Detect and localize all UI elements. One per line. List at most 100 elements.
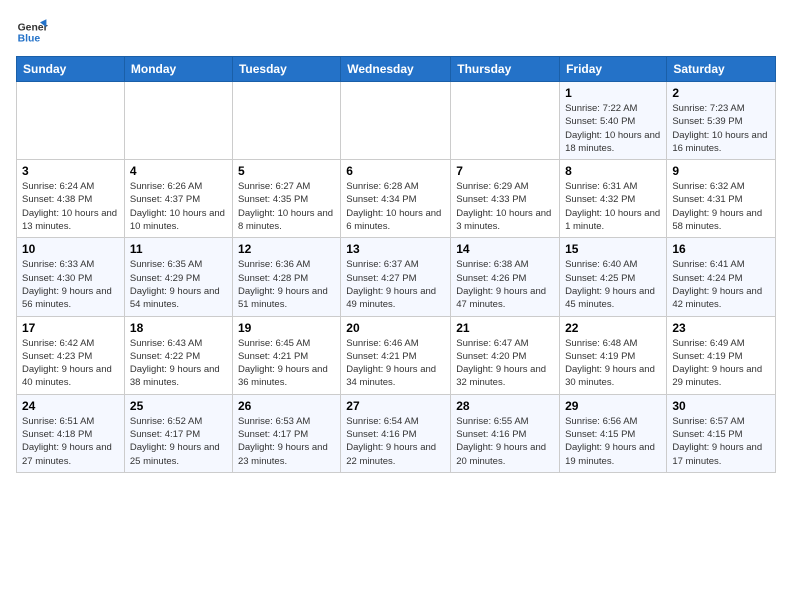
day-detail: Sunrise: 6:31 AM Sunset: 4:32 PM Dayligh…	[565, 180, 661, 233]
day-number: 11	[130, 242, 227, 256]
day-number: 9	[672, 164, 770, 178]
day-number: 7	[456, 164, 554, 178]
day-number: 22	[565, 321, 661, 335]
day-cell: 6Sunrise: 6:28 AM Sunset: 4:34 PM Daylig…	[341, 160, 451, 238]
day-cell: 13 Sunrise: 6:37 AM Sunset: 4:27 PM Dayli…	[341, 238, 451, 316]
day-detail: Sunrise: 6:56 AM Sunset: 4:15 PM Dayligh…	[565, 415, 661, 468]
weekday-header-friday: Friday	[560, 57, 667, 82]
day-cell: 23Sunrise: 6:49 AM Sunset: 4:19 PM Dayli…	[667, 316, 776, 394]
logo: General Blue	[16, 16, 48, 48]
day-number: 20	[346, 321, 445, 335]
day-detail: Sunrise: 6:47 AM Sunset: 4:20 PM Dayligh…	[456, 337, 554, 390]
day-cell: 9 Sunrise: 6:32 AM Sunset: 4:31 PM Daylig…	[667, 160, 776, 238]
week-row-4: 17 Sunrise: 6:42 AM Sunset: 4:23 PM Dayli…	[17, 316, 776, 394]
weekday-header-sunday: Sunday	[17, 57, 125, 82]
day-number: 17	[22, 321, 119, 335]
weekday-header-wednesday: Wednesday	[341, 57, 451, 82]
day-cell	[451, 82, 560, 160]
day-number: 29	[565, 399, 661, 413]
day-cell: 8 Sunrise: 6:31 AM Sunset: 4:32 PM Daylig…	[560, 160, 667, 238]
day-detail: Sunrise: 6:48 AM Sunset: 4:19 PM Dayligh…	[565, 337, 661, 390]
day-detail: Sunrise: 6:36 AM Sunset: 4:28 PM Dayligh…	[238, 258, 335, 311]
day-detail: Sunrise: 6:43 AM Sunset: 4:22 PM Dayligh…	[130, 337, 227, 390]
day-detail: Sunrise: 6:33 AM Sunset: 4:30 PM Dayligh…	[22, 258, 119, 311]
day-cell: 18Sunrise: 6:43 AM Sunset: 4:22 PM Dayli…	[124, 316, 232, 394]
day-cell: 21 Sunrise: 6:47 AM Sunset: 4:20 PM Dayli…	[451, 316, 560, 394]
day-cell: 17 Sunrise: 6:42 AM Sunset: 4:23 PM Dayli…	[17, 316, 125, 394]
day-number: 13	[346, 242, 445, 256]
day-cell	[17, 82, 125, 160]
day-detail: Sunrise: 6:29 AM Sunset: 4:33 PM Dayligh…	[456, 180, 554, 233]
day-cell	[232, 82, 340, 160]
day-cell: 26Sunrise: 6:53 AM Sunset: 4:17 PM Dayli…	[232, 394, 340, 472]
day-cell: 1 Sunrise: 7:22 AM Sunset: 5:40 PM Daylig…	[560, 82, 667, 160]
day-detail: Sunrise: 6:35 AM Sunset: 4:29 PM Dayligh…	[130, 258, 227, 311]
calendar-table: SundayMondayTuesdayWednesdayThursdayFrid…	[16, 56, 776, 473]
day-number: 25	[130, 399, 227, 413]
day-number: 28	[456, 399, 554, 413]
weekday-header-thursday: Thursday	[451, 57, 560, 82]
day-cell: 4 Sunrise: 6:26 AM Sunset: 4:37 PM Daylig…	[124, 160, 232, 238]
day-number: 26	[238, 399, 335, 413]
day-number: 5	[238, 164, 335, 178]
day-number: 27	[346, 399, 445, 413]
day-detail: Sunrise: 6:38 AM Sunset: 4:26 PM Dayligh…	[456, 258, 554, 311]
day-detail: Sunrise: 6:26 AM Sunset: 4:37 PM Dayligh…	[130, 180, 227, 233]
day-cell: 16Sunrise: 6:41 AM Sunset: 4:24 PM Dayli…	[667, 238, 776, 316]
svg-text:Blue: Blue	[18, 34, 41, 45]
day-cell: 19 Sunrise: 6:45 AM Sunset: 4:21 PM Dayli…	[232, 316, 340, 394]
day-detail: Sunrise: 6:32 AM Sunset: 4:31 PM Dayligh…	[672, 180, 770, 233]
day-detail: Sunrise: 6:51 AM Sunset: 4:18 PM Dayligh…	[22, 415, 119, 468]
day-cell: 14 Sunrise: 6:38 AM Sunset: 4:26 PM Dayli…	[451, 238, 560, 316]
day-number: 21	[456, 321, 554, 335]
day-cell: 3Sunrise: 6:24 AM Sunset: 4:38 PM Daylig…	[17, 160, 125, 238]
weekday-header-row: SundayMondayTuesdayWednesdayThursdayFrid…	[17, 57, 776, 82]
week-row-5: 24Sunrise: 6:51 AM Sunset: 4:18 PM Dayli…	[17, 394, 776, 472]
day-number: 8	[565, 164, 661, 178]
day-detail: Sunrise: 6:41 AM Sunset: 4:24 PM Dayligh…	[672, 258, 770, 311]
day-detail: Sunrise: 6:54 AM Sunset: 4:16 PM Dayligh…	[346, 415, 445, 468]
day-number: 10	[22, 242, 119, 256]
day-detail: Sunrise: 6:42 AM Sunset: 4:23 PM Dayligh…	[22, 337, 119, 390]
day-number: 2	[672, 86, 770, 100]
week-row-1: 1 Sunrise: 7:22 AM Sunset: 5:40 PM Daylig…	[17, 82, 776, 160]
logo-icon: General Blue	[16, 16, 48, 48]
day-cell: 22 Sunrise: 6:48 AM Sunset: 4:19 PM Dayli…	[560, 316, 667, 394]
day-cell	[341, 82, 451, 160]
day-number: 3	[22, 164, 119, 178]
week-row-2: 3Sunrise: 6:24 AM Sunset: 4:38 PM Daylig…	[17, 160, 776, 238]
day-detail: Sunrise: 6:37 AM Sunset: 4:27 PM Dayligh…	[346, 258, 445, 311]
day-cell: 2 Sunrise: 7:23 AM Sunset: 5:39 PM Daylig…	[667, 82, 776, 160]
day-cell: 29 Sunrise: 6:56 AM Sunset: 4:15 PM Dayli…	[560, 394, 667, 472]
day-cell: 27 Sunrise: 6:54 AM Sunset: 4:16 PM Dayli…	[341, 394, 451, 472]
day-cell: 20 Sunrise: 6:46 AM Sunset: 4:21 PM Dayli…	[341, 316, 451, 394]
day-number: 12	[238, 242, 335, 256]
day-number: 30	[672, 399, 770, 413]
day-detail: Sunrise: 7:23 AM Sunset: 5:39 PM Dayligh…	[672, 102, 770, 155]
weekday-header-saturday: Saturday	[667, 57, 776, 82]
calendar-body: 1 Sunrise: 7:22 AM Sunset: 5:40 PM Daylig…	[17, 82, 776, 473]
day-detail: Sunrise: 7:22 AM Sunset: 5:40 PM Dayligh…	[565, 102, 661, 155]
day-detail: Sunrise: 6:40 AM Sunset: 4:25 PM Dayligh…	[565, 258, 661, 311]
day-cell: 10 Sunrise: 6:33 AM Sunset: 4:30 PM Dayli…	[17, 238, 125, 316]
day-cell: 12 Sunrise: 6:36 AM Sunset: 4:28 PM Dayli…	[232, 238, 340, 316]
day-cell: 28Sunrise: 6:55 AM Sunset: 4:16 PM Dayli…	[451, 394, 560, 472]
day-number: 6	[346, 164, 445, 178]
day-number: 14	[456, 242, 554, 256]
day-detail: Sunrise: 6:27 AM Sunset: 4:35 PM Dayligh…	[238, 180, 335, 233]
day-detail: Sunrise: 6:52 AM Sunset: 4:17 PM Dayligh…	[130, 415, 227, 468]
day-cell: 15 Sunrise: 6:40 AM Sunset: 4:25 PM Dayli…	[560, 238, 667, 316]
day-cell: 5 Sunrise: 6:27 AM Sunset: 4:35 PM Daylig…	[232, 160, 340, 238]
day-cell: 7 Sunrise: 6:29 AM Sunset: 4:33 PM Daylig…	[451, 160, 560, 238]
weekday-header-monday: Monday	[124, 57, 232, 82]
day-detail: Sunrise: 6:57 AM Sunset: 4:15 PM Dayligh…	[672, 415, 770, 468]
day-number: 19	[238, 321, 335, 335]
day-detail: Sunrise: 6:46 AM Sunset: 4:21 PM Dayligh…	[346, 337, 445, 390]
day-number: 4	[130, 164, 227, 178]
day-number: 1	[565, 86, 661, 100]
day-cell: 24Sunrise: 6:51 AM Sunset: 4:18 PM Dayli…	[17, 394, 125, 472]
day-number: 15	[565, 242, 661, 256]
page-header: General Blue	[16, 16, 776, 48]
day-cell: 25 Sunrise: 6:52 AM Sunset: 4:17 PM Dayli…	[124, 394, 232, 472]
day-detail: Sunrise: 6:45 AM Sunset: 4:21 PM Dayligh…	[238, 337, 335, 390]
